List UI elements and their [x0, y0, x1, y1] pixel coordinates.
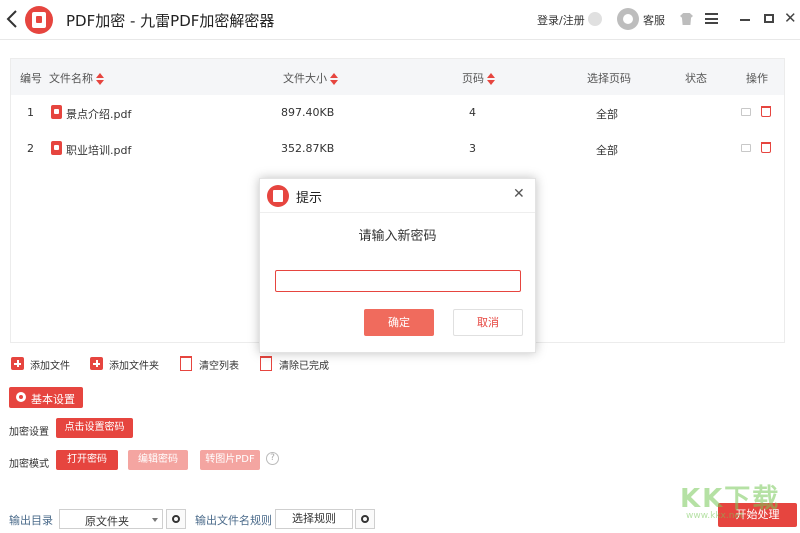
row-file-name: 景点介绍.pdf	[66, 108, 132, 121]
app-logo-icon	[267, 185, 289, 207]
delete-icon[interactable]	[761, 142, 771, 153]
header-status: 状态	[685, 72, 707, 85]
close-icon[interactable]: ✕	[513, 186, 525, 202]
row-file-size: 352.87KB	[281, 142, 335, 155]
row-index: 1	[27, 106, 34, 119]
encrypt-settings-label: 加密设置	[9, 427, 49, 438]
output-dir-settings-icon[interactable]	[166, 509, 186, 529]
header-size[interactable]: 文件大小	[283, 70, 338, 86]
basic-settings-button[interactable]: 基本设置	[9, 387, 83, 408]
window-title: PDF加密 - 九雷PDF加密解密器	[66, 12, 275, 30]
new-password-input[interactable]	[275, 270, 521, 292]
password-dialog: 提示 ✕ 请输入新密码 确定 取消	[259, 178, 536, 353]
table-row[interactable]: 1 景点介绍.pdf 897.40KB 4 全部	[11, 95, 784, 131]
pdf-file-icon	[51, 141, 62, 155]
trash-icon	[260, 356, 272, 371]
output-dir-select[interactable]: 原文件夹	[59, 509, 163, 529]
add-file-icon	[11, 357, 24, 370]
image-pdf-mode-button[interactable]: 转图片PDF	[200, 450, 260, 470]
row-file-name: 职业培训.pdf	[66, 144, 132, 157]
set-password-button[interactable]: 点击设置密码	[56, 418, 133, 438]
maximize-icon[interactable]	[764, 14, 774, 23]
back-arrow-icon[interactable]	[4, 8, 22, 30]
row-index: 2	[27, 142, 34, 155]
row-select-pages[interactable]: 全部	[596, 142, 618, 158]
header-actions: 操作	[746, 72, 768, 85]
help-icon[interactable]: ?	[266, 452, 279, 465]
table-row[interactable]: 2 职业培训.pdf 352.87KB 3 全部	[11, 131, 784, 167]
row-pages: 4	[469, 106, 476, 119]
delete-icon[interactable]	[761, 106, 771, 117]
open-folder-icon[interactable]	[741, 144, 751, 152]
dialog-message: 请输入新密码	[358, 229, 437, 244]
vip-diamond-icon[interactable]	[588, 12, 602, 26]
chevron-down-icon	[152, 518, 158, 522]
customer-service-icon[interactable]	[617, 8, 639, 30]
cancel-button[interactable]: 取消	[453, 309, 523, 336]
edit-password-mode-button[interactable]: 编辑密码	[128, 450, 188, 470]
pdf-file-icon	[51, 105, 62, 119]
row-select-pages[interactable]: 全部	[596, 106, 618, 122]
table-header: 编号 文件名称 文件大小 页码 选择页码 状态 操作	[11, 59, 784, 95]
header-pages[interactable]: 页码	[462, 70, 495, 86]
trash-icon	[180, 356, 192, 371]
login-register-link[interactable]: 登录/注册	[537, 12, 585, 28]
start-process-button[interactable]: 开始处理	[718, 503, 797, 527]
title-bar: PDF加密 - 九雷PDF加密解密器 登录/注册 客服 ✕	[0, 0, 800, 40]
close-window-icon[interactable]: ✕	[784, 10, 797, 26]
skin-shirt-icon[interactable]	[680, 13, 693, 25]
row-file-size: 897.40KB	[281, 106, 335, 119]
menu-icon[interactable]	[705, 13, 718, 24]
encrypt-mode-label: 加密模式	[9, 459, 49, 470]
select-rule-button[interactable]: 选择规则	[275, 509, 353, 529]
header-select-pages: 选择页码	[587, 72, 631, 85]
open-folder-icon[interactable]	[741, 108, 751, 116]
customer-service-link[interactable]: 客服	[643, 12, 665, 28]
dialog-title: 提示	[296, 191, 323, 206]
output-dir-label: 输出目录	[9, 514, 53, 527]
row-pages: 3	[469, 142, 476, 155]
confirm-button[interactable]: 确定	[364, 309, 434, 336]
minimize-icon[interactable]	[740, 19, 750, 21]
sort-icon[interactable]	[487, 73, 495, 85]
app-logo-icon	[25, 6, 53, 34]
dialog-header: 提示 ✕	[260, 179, 535, 213]
output-name-rule-label: 输出文件名规则	[195, 514, 272, 527]
header-name[interactable]: 文件名称	[49, 70, 104, 86]
name-rule-settings-icon[interactable]	[355, 509, 375, 529]
add-folder-icon	[90, 357, 103, 370]
gear-icon	[16, 392, 26, 402]
open-password-mode-button[interactable]: 打开密码	[56, 450, 118, 470]
sort-icon[interactable]	[330, 73, 338, 85]
sort-icon[interactable]	[96, 73, 104, 85]
header-index: 编号	[20, 72, 42, 85]
